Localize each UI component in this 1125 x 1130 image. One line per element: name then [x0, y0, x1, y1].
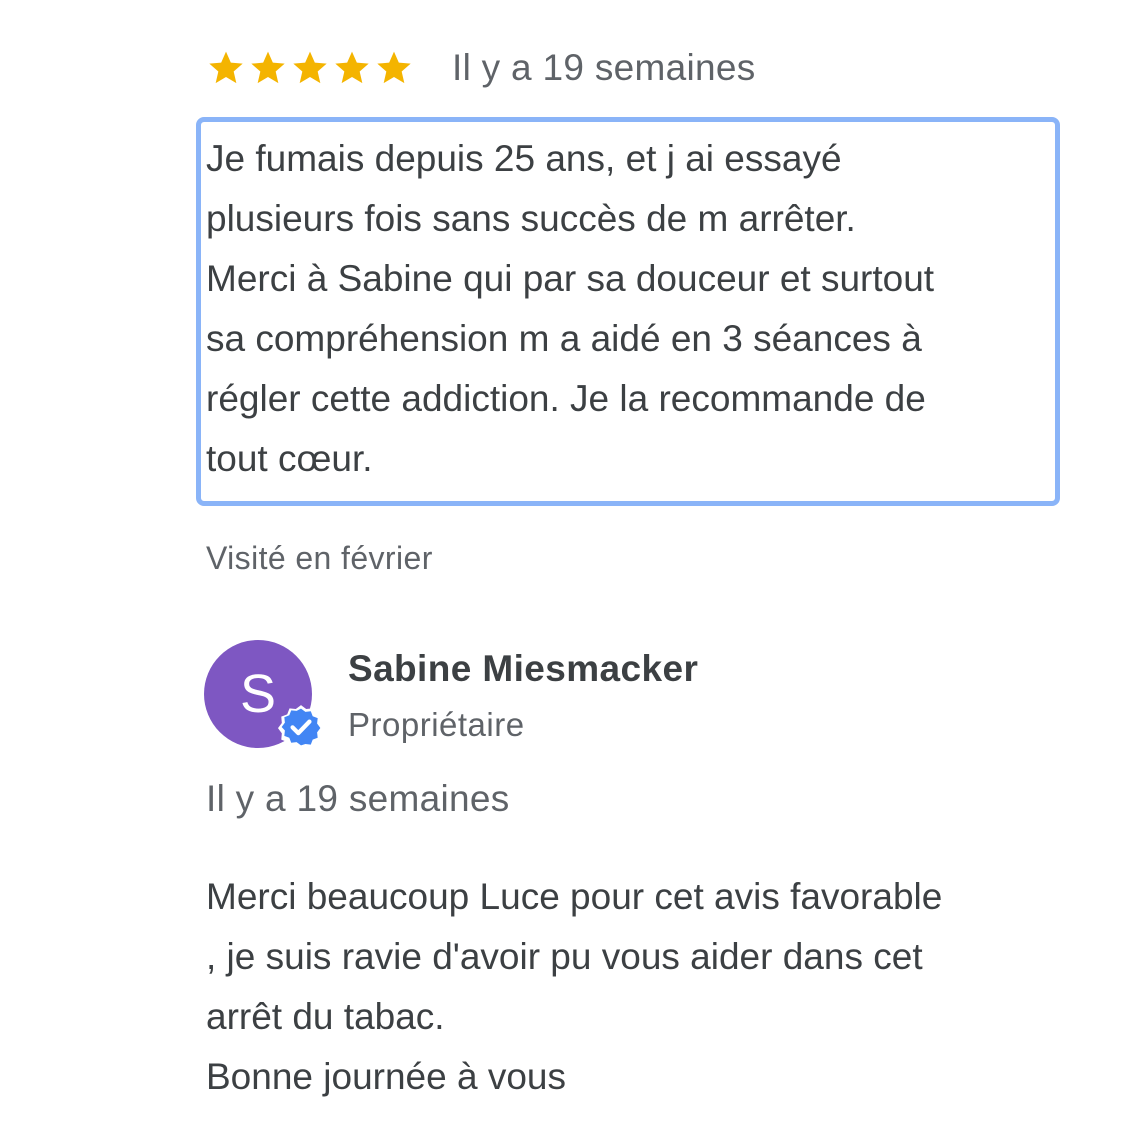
owner-name[interactable]: Sabine Miesmacker — [348, 648, 698, 690]
avatar-letter: S — [239, 664, 277, 724]
review-date: Il y a 19 semaines — [452, 47, 756, 88]
star-icon — [335, 51, 369, 84]
reply-date: Il y a 19 semaines — [206, 778, 510, 819]
visit-info: Visité en février — [206, 540, 433, 576]
review-header: Il y a 19 semaines — [206, 40, 756, 96]
star-icon — [377, 51, 411, 84]
reply-text: Merci beaucoup Luce pour cet avis favora… — [206, 876, 943, 1097]
review-text-selected[interactable]: Je fumais depuis 25 ans, et j ai essayé … — [196, 117, 1060, 506]
owner-reply-header: S Sabine Miesmacker Propriétaire — [204, 640, 1064, 760]
star-icon — [209, 51, 243, 84]
star-rating — [206, 48, 414, 88]
star-icon — [293, 51, 327, 84]
verified-badge-icon — [278, 705, 324, 750]
star-icon — [251, 51, 285, 84]
owner-role: Propriétaire — [348, 706, 525, 743]
